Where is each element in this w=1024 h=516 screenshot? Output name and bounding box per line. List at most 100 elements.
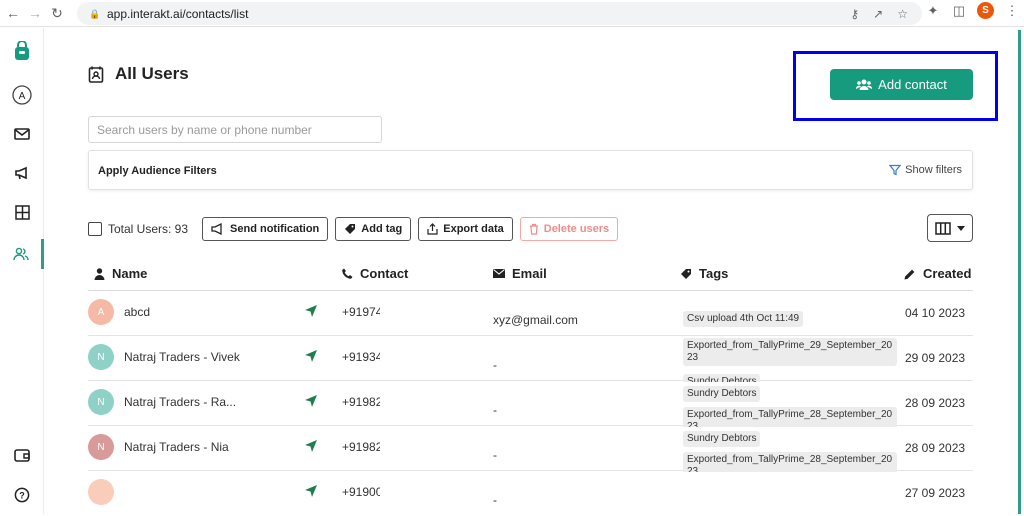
help-icon[interactable]: ? — [0, 482, 44, 508]
add-tag-label: Add tag — [361, 222, 403, 235]
created-date: 27 09 2023 — [905, 486, 966, 500]
send-message-icon[interactable] — [304, 304, 318, 323]
page-title: All Users — [88, 64, 189, 84]
svg-text:A: A — [19, 91, 26, 102]
avatar-initial: N — [97, 351, 105, 363]
tag-chip[interactable]: Exported_from_TallyPrime_28_September_20… — [683, 452, 897, 472]
bookmark-star-icon[interactable]: ☆ — [897, 7, 908, 21]
nav-avatar-icon[interactable]: A — [0, 82, 44, 108]
send-message-icon[interactable] — [304, 349, 318, 368]
delete-users-label: Delete users — [543, 222, 610, 235]
column-settings-button[interactable] — [927, 214, 973, 242]
bulk-actions-toolbar: Total Users: 93 Send notification Add ta… — [88, 216, 625, 241]
send-message-icon[interactable] — [304, 439, 318, 458]
reload-icon[interactable]: ↻ — [48, 4, 66, 22]
column-header-email-label: Email — [512, 266, 547, 281]
add-contact-button[interactable]: Add contact — [830, 69, 973, 100]
tag-chip[interactable]: Sundry Debtors — [683, 431, 761, 447]
delete-users-button[interactable]: Delete users — [519, 216, 619, 241]
svg-text:?: ? — [19, 491, 25, 501]
tag-header-icon — [681, 268, 691, 279]
column-header-contact-label: Contact — [360, 266, 409, 281]
table-row[interactable]: N Natraj Traders - Vivek +91934 - Export… — [88, 336, 973, 382]
address-bar[interactable]: 🔒 app.interakt.ai/contacts/list ⚷ ↗ ☆ — [77, 2, 922, 25]
app-logo-icon[interactable] — [0, 38, 44, 64]
users-icon[interactable] — [0, 239, 44, 269]
show-filters-button[interactable]: Show filters — [889, 164, 962, 176]
audience-filter-bar: Apply Audience Filters Show filters — [88, 150, 973, 190]
avatar: N — [88, 434, 114, 460]
table-row[interactable]: N Natraj Traders - Nia +91982 - Sundry D… — [88, 426, 973, 472]
dashboard-grid-icon[interactable] — [0, 199, 44, 225]
side-panel-icon[interactable]: ◫ — [951, 3, 967, 19]
contacts-book-icon — [88, 66, 104, 83]
contact-name[interactable]: Natraj Traders - Nia — [124, 440, 229, 454]
contact-name[interactable]: abcd — [124, 305, 150, 319]
trash-icon — [529, 223, 538, 235]
tag-list: Sundry Debtors Exported_from_TallyPrime_… — [683, 383, 897, 427]
back-icon[interactable]: ← — [4, 4, 22, 22]
contact-name[interactable]: Natraj Traders - Vivek — [124, 350, 240, 364]
contact-email: - — [493, 403, 497, 417]
tag-chip[interactable]: Csv upload 4th Oct 11:49 — [683, 311, 804, 327]
created-date: 28 09 2023 — [905, 396, 966, 410]
caret-down-icon — [957, 225, 965, 231]
megaphone-icon — [211, 222, 222, 235]
avatar-initial: A — [97, 306, 105, 318]
avatar-initial: N — [97, 441, 105, 453]
forward-icon[interactable]: → — [26, 4, 44, 22]
add-tag-button[interactable]: Add tag — [335, 216, 412, 241]
column-header-created-label: Created — [923, 266, 972, 281]
contact-email: xyz@gmail.com — [493, 313, 578, 327]
tag-list: Exported_from_TallyPrime_29_September_20… — [683, 338, 897, 382]
select-all-checkbox[interactable] — [88, 221, 102, 236]
pencil-icon — [904, 269, 915, 279]
person-icon — [94, 267, 105, 280]
extensions-icon[interactable]: ✦ — [925, 3, 941, 19]
browser-toolbar: ← → ↻ 🔒 app.interakt.ai/contacts/list ⚷ … — [0, 0, 1024, 27]
menu-dots-icon[interactable]: ⋮ — [1004, 3, 1020, 19]
share-icon[interactable]: ↗ — [873, 7, 883, 21]
add-contact-label: Add contact — [878, 77, 947, 92]
tag-chip[interactable]: Exported_from_TallyPrime_28_September_20… — [683, 407, 897, 427]
send-notification-button[interactable]: Send notification — [202, 216, 329, 241]
tag-chip[interactable]: Exported_from_TallyPrime_29_September_20… — [683, 338, 897, 366]
campaign-megaphone-icon[interactable] — [0, 160, 44, 186]
avatar — [88, 479, 114, 505]
inbox-icon[interactable] — [0, 121, 44, 147]
search-input[interactable] — [88, 116, 382, 143]
column-header-tags-label: Tags — [699, 266, 729, 281]
total-users-count: Total Users: 93 — [108, 221, 189, 236]
send-message-icon[interactable] — [304, 394, 318, 413]
column-header-name[interactable]: Name — [94, 266, 147, 281]
export-data-button[interactable]: Export data — [418, 216, 513, 241]
key-icon[interactable]: ⚷ — [850, 7, 859, 21]
scrollbar[interactable] — [1018, 30, 1021, 514]
send-notification-label: Send notification — [230, 222, 320, 235]
created-date: 29 09 2023 — [905, 351, 966, 365]
profile-avatar[interactable]: S — [977, 2, 994, 19]
contact-email: - — [493, 493, 497, 507]
export-icon — [427, 222, 438, 235]
contact-email: - — [493, 448, 497, 462]
users-add-icon — [856, 79, 873, 90]
column-header-contact[interactable]: Contact — [342, 266, 408, 281]
wallet-icon[interactable] — [0, 442, 44, 468]
contact-name[interactable]: Natraj Traders - Ra... — [124, 395, 236, 409]
url-text: app.interakt.ai/contacts/list — [107, 6, 249, 21]
created-date: 28 09 2023 — [905, 441, 966, 455]
contact-phone: +91934 — [342, 350, 380, 364]
avatar-initial: N — [97, 396, 105, 408]
tag-chip[interactable]: Sundry Debtors — [683, 386, 761, 402]
envelope-icon — [493, 269, 505, 278]
send-message-icon[interactable] — [304, 484, 318, 503]
tag-list: Sundry Debtors Exported_from_TallyPrime_… — [683, 428, 897, 472]
table-row[interactable]: N Natraj Traders - Ra... +91982 - Sundry… — [88, 381, 973, 427]
table-row[interactable]: A abcd +91974 xyz@gmail.com Csv upload 4… — [88, 291, 973, 336]
contact-phone: +91982 — [342, 440, 380, 454]
table-row[interactable]: +91900 - 27 09 2023 — [88, 471, 973, 516]
created-date: 04 10 2023 — [905, 306, 966, 320]
column-header-tags[interactable]: Tags — [680, 266, 728, 281]
column-header-email[interactable]: Email — [493, 266, 547, 281]
column-header-created[interactable]: Created — [904, 266, 971, 281]
